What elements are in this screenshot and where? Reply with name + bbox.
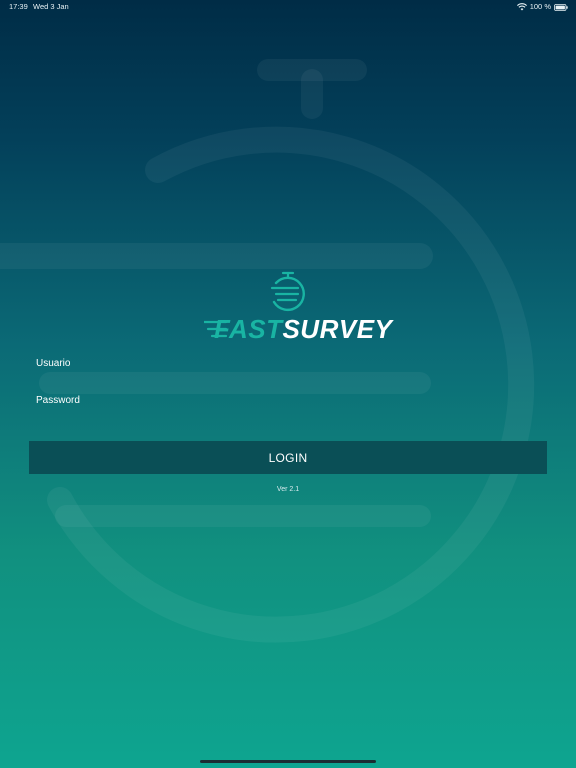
- username-input[interactable]: [36, 372, 540, 388]
- username-label: Usuario: [36, 358, 71, 369]
- logo-text: FASTSURVEY: [214, 314, 392, 345]
- password-input[interactable]: [36, 409, 540, 425]
- status-date: Wed 3 Jan: [33, 2, 69, 11]
- stopwatch-icon: [270, 271, 305, 312]
- battery-percentage: 100 %: [529, 2, 551, 11]
- status-indicators: 100 %: [516, 0, 568, 14]
- status-bar: 17:39 Wed 3 Jan 100 %: [0, 0, 576, 14]
- logo-text-survey: SURVEY: [282, 314, 393, 344]
- login-button[interactable]: LOGIN: [29, 441, 547, 474]
- wifi-icon: [516, 3, 527, 11]
- battery-icon: [554, 3, 568, 11]
- version-label: Ver 2.1: [276, 486, 300, 493]
- status-time: 17:39: [9, 2, 28, 11]
- password-label: Password: [36, 395, 80, 406]
- logo-text-fast: FAST: [214, 314, 283, 344]
- home-indicator[interactable]: [200, 760, 376, 763]
- app-logo: FASTSURVEY: [200, 270, 392, 344]
